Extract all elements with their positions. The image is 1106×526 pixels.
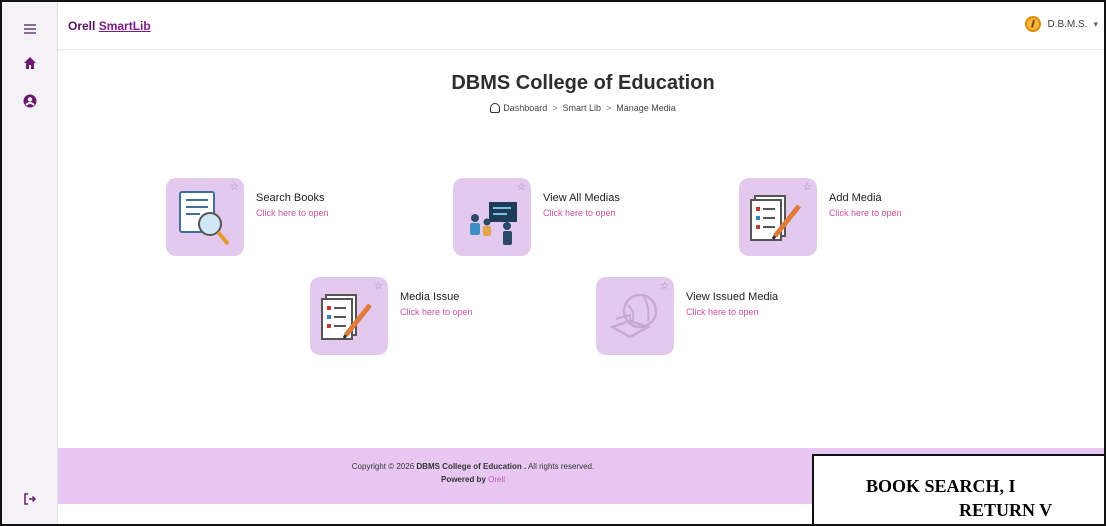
footer-powered-by: Powered by Orell	[58, 475, 888, 484]
brand-name: SmartLib	[98, 19, 151, 33]
breadcrumb: Dashboard > Smart Lib > Manage Media	[58, 103, 1104, 113]
copyright-org: DBMS College of Education .	[416, 462, 527, 471]
card-title[interactable]: View Issued Media	[686, 291, 778, 303]
caption-line-1: BOOK SEARCH, I	[866, 476, 1016, 496]
brand-logo[interactable]: Orell SmartLib	[68, 19, 151, 33]
breadcrumb-separator: >	[606, 103, 612, 113]
breadcrumb-dashboard[interactable]: Dashboard	[503, 103, 547, 113]
powered-link[interactable]: Orell	[488, 475, 505, 484]
card-view-issued-media[interactable]: ☆ View Issued Media Click here to open	[596, 277, 778, 355]
user-menu[interactable]: D.B.M.S. ▾	[1025, 16, 1098, 32]
card-tile[interactable]: ☆	[453, 178, 531, 256]
menu-icon[interactable]	[2, 22, 58, 36]
card-title[interactable]: Add Media	[829, 192, 902, 204]
card-open-link[interactable]: Click here to open	[256, 208, 329, 218]
powered-prefix: Powered by	[440, 475, 489, 484]
card-title[interactable]: Media Issue	[400, 291, 473, 303]
copyright-rights: All rights reserved.	[526, 462, 595, 471]
card-view-all-medias[interactable]: ☆ View All Medias Click here to open	[453, 178, 620, 256]
card-search-books[interactable]: ☆ Search Books Click here to open	[166, 178, 329, 256]
app-window: Orell SmartLib D.B.M.S. ▾ DBMS College o…	[0, 0, 1106, 526]
card-title[interactable]: Search Books	[256, 192, 329, 204]
dashboard-icon	[490, 103, 501, 113]
card-media-issue[interactable]: ☆ Media Issue Click here to open	[310, 277, 473, 355]
chevron-down-icon: ▾	[1093, 18, 1098, 29]
caption-overlay: BOOK SEARCH, I RETURN V	[812, 454, 1104, 524]
card-tile[interactable]: ☆	[739, 178, 817, 256]
copyright-prefix: Copyright © 2026	[351, 462, 417, 471]
brand-prefix: Orell	[68, 19, 99, 33]
top-bar: Orell SmartLib D.B.M.S. ▾	[58, 2, 1104, 50]
card-open-link[interactable]: Click here to open	[543, 208, 620, 218]
user-circle-icon[interactable]	[2, 94, 58, 113]
user-avatar-icon	[1025, 16, 1042, 32]
page-title: DBMS College of Education	[451, 72, 715, 94]
breadcrumb-separator: >	[552, 103, 558, 113]
user-name: D.B.M.S.	[1047, 18, 1088, 30]
logout-icon[interactable]	[2, 492, 58, 509]
footer-copyright: Copyright © 2026 DBMS College of Educati…	[58, 462, 888, 471]
edit-list-icon	[750, 195, 801, 241]
presentation-icon	[470, 202, 517, 245]
card-title[interactable]: View All Medias	[543, 192, 620, 204]
card-open-link[interactable]: Click here to open	[686, 307, 778, 317]
card-open-link[interactable]: Click here to open	[400, 307, 473, 317]
edit-list-icon	[321, 294, 372, 340]
globe-book-icon	[608, 293, 658, 339]
home-icon[interactable]	[2, 56, 58, 75]
side-rail	[2, 2, 58, 524]
breadcrumb-manage-media: Manage Media	[616, 103, 676, 113]
search-book-icon	[179, 191, 230, 246]
card-tile[interactable]: ☆	[596, 277, 674, 355]
card-open-link[interactable]: Click here to open	[829, 208, 902, 218]
caption-line-2: RETURN V	[959, 500, 1053, 520]
card-add-media[interactable]: ☆ Add Media Click here to open	[739, 178, 902, 256]
breadcrumb-smart-lib[interactable]: Smart Lib	[562, 103, 601, 113]
card-tile[interactable]: ☆	[166, 178, 244, 256]
card-tile[interactable]: ☆	[310, 277, 388, 355]
